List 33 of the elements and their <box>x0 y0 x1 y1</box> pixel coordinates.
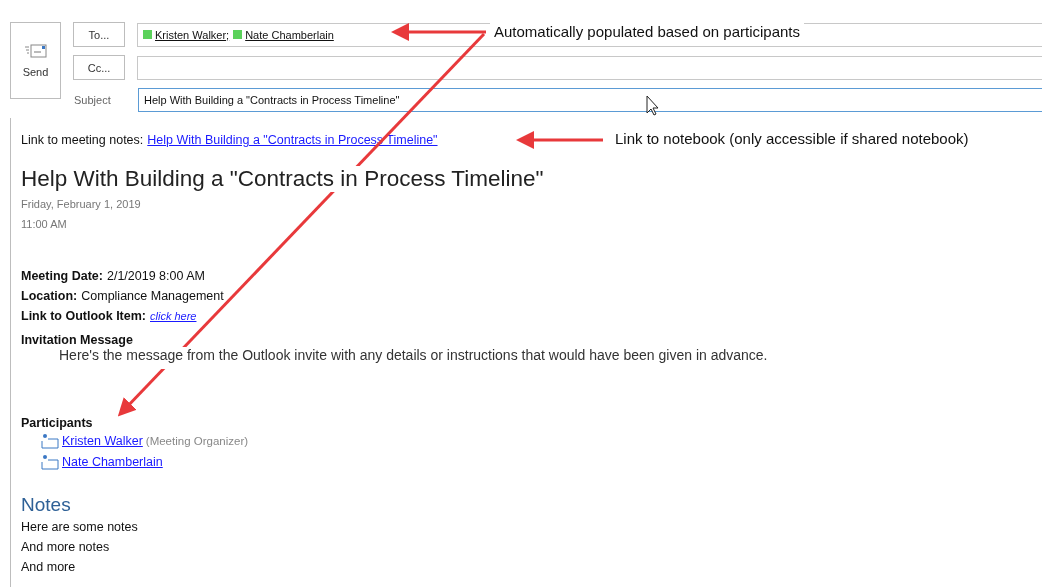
recipient-name[interactable]: Kristen Walker; <box>155 28 230 41</box>
outlook-item-link[interactable]: click here <box>150 310 197 322</box>
detail-label: Meeting Date: <box>21 269 103 283</box>
note-text: Here are some notes <box>21 520 139 536</box>
send-button[interactable]: Send <box>10 22 61 99</box>
note-text: And more <box>21 560 77 576</box>
contact-card-icon <box>41 432 59 449</box>
envelope-icon <box>24 43 47 58</box>
detail-label: Link to Outlook Item: <box>21 309 146 323</box>
detail-value: Compliance Management <box>81 289 224 303</box>
to-button[interactable]: To... <box>73 22 125 47</box>
note-text: And more notes <box>21 540 111 556</box>
link-label: Link to meeting notes: <box>21 133 144 147</box>
subject-label: Subject <box>73 94 112 106</box>
time-text: 11:00 AM <box>21 218 68 232</box>
participants-heading: Participants <box>21 415 94 430</box>
annotation-text: Automatically populated based on participants <box>490 23 805 40</box>
invitation-text: Here's the message from the Outlook invite with any details or instructions that would have been given in advance. <box>59 347 768 369</box>
detail-label: Location: <box>21 289 78 303</box>
date-text: Friday, February 1, 2019 <box>21 198 142 212</box>
contact-card-icon <box>41 453 59 470</box>
participant-link[interactable]: Nate Chamberlain <box>62 454 163 469</box>
subject-field[interactable]: Help With Building a "Contracts in Process Timeline" <box>138 88 1042 112</box>
detail-value: 2/1/2019 8:00 AM <box>106 269 205 283</box>
notes-heading: Notes <box>21 494 72 517</box>
invitation-heading: Invitation Message <box>21 332 134 347</box>
cc-button[interactable]: Cc... <box>73 55 125 80</box>
recipient-name[interactable]: Nate Chamberlain <box>245 28 334 41</box>
participant-role: (Meeting Organizer) <box>145 434 249 447</box>
participant-link[interactable]: Kristen Walker <box>62 433 143 448</box>
mouse-cursor-icon <box>646 95 659 116</box>
page-title: Help With Building a "Contracts in Process Timeline" <box>21 166 544 192</box>
notes-link[interactable]: Help With Building a "Contracts in Process Timeline" <box>147 133 438 147</box>
